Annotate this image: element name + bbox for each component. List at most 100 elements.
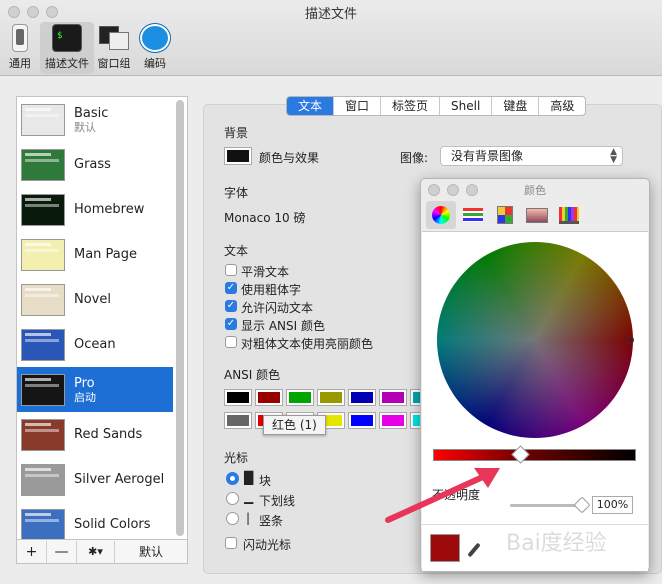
radio-label: 下划线 <box>259 494 296 508</box>
profile-item[interactable]: Novel <box>17 277 173 322</box>
bright-bold-checkbox[interactable] <box>225 336 237 348</box>
image-palette-icon <box>526 208 548 223</box>
tab-keyboard[interactable]: 键盘 <box>492 97 540 115</box>
tab-text[interactable]: 文本 <box>287 97 335 115</box>
ansi-color-swatch[interactable] <box>348 389 376 406</box>
profile-name: Man Page <box>74 247 138 262</box>
cursor-underline-radio[interactable] <box>226 492 239 505</box>
checkbox-label: 使用粗体字 <box>241 283 302 297</box>
ansi-color-fill <box>227 392 249 403</box>
ansi-color-checkbox[interactable]: ✓ <box>225 318 237 330</box>
profile-item[interactable]: Ocean <box>17 322 173 367</box>
window-group-icon <box>99 24 129 52</box>
profile-item[interactable]: Basic 默认 <box>17 97 173 142</box>
title-bar: 描述文件 通用 $ 描述文件 窗口组 编码 <box>0 0 662 76</box>
profile-list-scrollbar[interactable] <box>176 100 184 536</box>
gear-icon[interactable]: ✱▾ <box>77 540 115 563</box>
ansi-color-fill <box>320 392 342 403</box>
toolbar-encoding[interactable]: 编码 <box>139 22 171 74</box>
ansi-color-swatch[interactable] <box>286 389 314 406</box>
terminal-profile-icon: $ <box>52 24 82 52</box>
profile-name: Solid Colors <box>74 517 151 532</box>
settings-tabs: 文本 窗口 标签页 Shell 键盘 高级 <box>286 96 587 116</box>
ansi-color-fill <box>351 392 373 403</box>
profile-item[interactable]: Grass <box>17 142 173 187</box>
profile-name: Grass <box>74 157 111 172</box>
toolbar-general[interactable]: 通用 <box>4 22 36 74</box>
toolbar-window-groups[interactable]: 窗口组 <box>96 22 132 74</box>
watermark: Bai度经验 <box>506 531 607 556</box>
background-color-swatch[interactable] <box>224 147 252 165</box>
tab-tabs[interactable]: 标签页 <box>381 97 441 115</box>
profile-thumbnail <box>21 148 65 181</box>
current-color-swatch[interactable] <box>430 534 460 562</box>
color-palettes-mode-button[interactable] <box>490 201 520 229</box>
tab-shell[interactable]: Shell <box>440 97 493 115</box>
ansi-color-swatch[interactable] <box>379 389 407 406</box>
set-default-button[interactable]: 默认 <box>115 541 187 563</box>
ansi-color-swatch[interactable] <box>379 412 407 429</box>
color-sliders-mode-button[interactable] <box>458 201 488 229</box>
text-section-title: 文本 <box>224 244 249 258</box>
profile-thumbnail <box>21 103 65 136</box>
background-image-label: 图像: <box>400 151 429 165</box>
cursor-section-title: 光标 <box>224 451 249 465</box>
profile-name: Silver Aerogel <box>74 472 165 487</box>
ansi-color-fill <box>227 415 249 426</box>
color-wheel-mode-button[interactable] <box>426 201 456 229</box>
opacity-input[interactable]: 100% <box>592 496 633 514</box>
profile-item[interactable]: Solid Colors <box>17 502 173 539</box>
blink-cursor-checkbox[interactable] <box>225 537 237 549</box>
bold-font-checkbox[interactable]: ✓ <box>225 282 237 294</box>
checkbox-label: 对粗体文本使用亮丽颜色 <box>241 337 374 351</box>
eyedropper-icon[interactable] <box>467 542 481 558</box>
toolbar-label: 描述文件 <box>45 57 89 70</box>
cursor-underline-glyph: ▁ <box>244 490 254 504</box>
profile-item[interactable]: Silver Aerogel <box>17 457 173 502</box>
profile-thumbnail <box>21 463 65 496</box>
profile-list[interactable]: Basic 默认 Grass Homebrew Man Page Novel Oc… <box>16 96 188 540</box>
tab-window[interactable]: 窗口 <box>334 97 382 115</box>
profile-item[interactable]: Red Sands <box>17 412 173 457</box>
profile-name: Pro <box>74 375 95 391</box>
profile-item-selected[interactable]: Pro 启动 <box>17 367 173 412</box>
opacity-slider[interactable] <box>510 504 582 507</box>
remove-profile-button[interactable]: — <box>47 540 77 563</box>
palette-icon <box>497 206 513 224</box>
checkbox-label: 显示 ANSI 颜色 <box>241 319 325 333</box>
ansi-color-swatch[interactable] <box>317 389 345 406</box>
profile-thumbnail <box>21 193 65 226</box>
tab-advanced[interactable]: 高级 <box>539 97 585 115</box>
toolbar-label: 通用 <box>9 57 31 70</box>
radio-label: 竖条 <box>259 514 284 528</box>
color-wheel-icon <box>432 206 450 224</box>
image-palettes-mode-button[interactable] <box>522 201 552 229</box>
color-wheel[interactable] <box>437 242 633 438</box>
cursor-block-radio[interactable] <box>226 472 239 485</box>
toolbar-profiles[interactable]: $ 描述文件 <box>40 22 94 74</box>
profile-thumbnail <box>21 418 65 451</box>
profile-item[interactable]: Man Page <box>17 232 173 277</box>
sliders-icon <box>463 208 483 222</box>
ansi-color-swatch[interactable] <box>348 412 376 429</box>
opacity-slider-knob[interactable] <box>573 496 591 514</box>
cursor-bar-radio[interactable] <box>226 512 239 525</box>
brightness-slider[interactable] <box>433 449 636 461</box>
toolbar-label: 窗口组 <box>97 57 131 70</box>
background-image-select[interactable]: 没有背景图像 ▲ ▼ <box>440 146 623 166</box>
add-profile-button[interactable]: + <box>17 540 47 563</box>
ansi-color-swatch[interactable] <box>224 412 252 429</box>
color-wheel-marker[interactable] <box>626 336 634 344</box>
color-picker-content: 不透明度 100% <box>422 231 648 571</box>
smooth-text-checkbox[interactable] <box>225 264 237 276</box>
crayons-mode-button[interactable] <box>554 201 584 229</box>
font-section-title: 字体 <box>224 186 249 200</box>
ansi-color-fill <box>289 392 311 403</box>
profile-item[interactable]: Homebrew <box>17 187 173 232</box>
background-image-value: 没有背景图像 <box>451 149 524 163</box>
ansi-color-swatch[interactable] <box>255 389 283 406</box>
opacity-label: 不透明度 <box>432 488 481 502</box>
checkbox-label: 闪动光标 <box>243 538 292 552</box>
ansi-color-swatch[interactable] <box>224 389 252 406</box>
blink-text-checkbox[interactable]: ✓ <box>225 300 237 312</box>
